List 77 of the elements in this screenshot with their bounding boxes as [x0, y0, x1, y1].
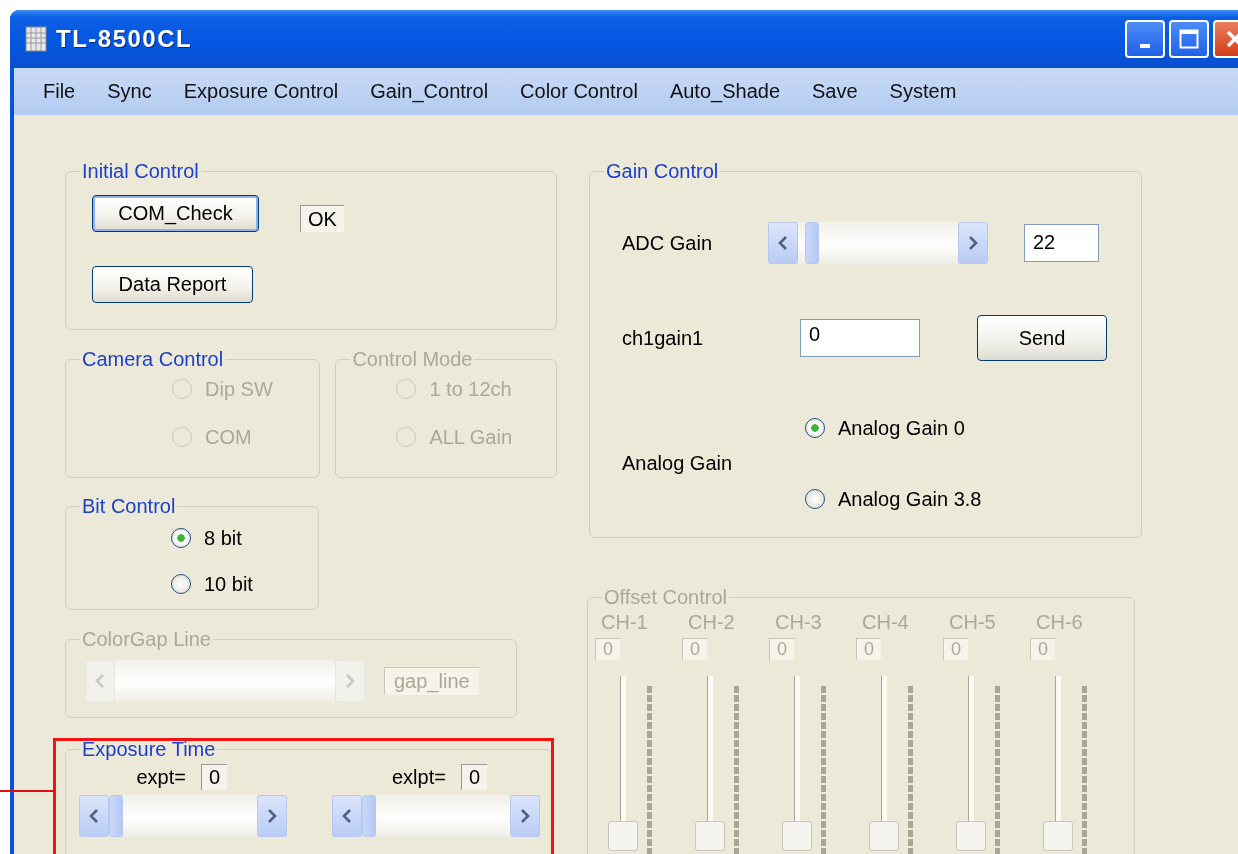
channel-label: CH-1 [601, 611, 648, 634]
chevron-right-icon [267, 809, 277, 823]
group-title: Exposure Time [81, 738, 217, 760]
radio-button[interactable] [805, 489, 825, 509]
channel-label: CH-6 [1036, 611, 1083, 634]
value-field: 0 [200, 764, 227, 790]
radio-button[interactable] [171, 528, 191, 548]
group-title: Offset Control [603, 586, 729, 608]
menu-item[interactable]: Sync [91, 80, 168, 103]
ch1gain1-label: ch1gain1 [622, 326, 705, 350]
leader-line [0, 790, 54, 792]
minimize-button[interactable] [1125, 20, 1165, 58]
value-field: 0 [943, 638, 968, 660]
adc-gain-field[interactable]: 22 [1024, 224, 1099, 262]
menu-item[interactable]: Exposure Control [167, 80, 355, 103]
chevron-right-icon [968, 236, 978, 250]
radio-label: ALL Gain [429, 425, 513, 449]
minimize-icon [1140, 44, 1150, 48]
chevron-right-icon [345, 674, 355, 688]
slider-thumb[interactable] [109, 795, 123, 837]
menu-item[interactable]: Auto_Shade [653, 80, 796, 103]
scroll-right-button[interactable] [257, 795, 287, 837]
group-title: ColorGap Line [81, 628, 212, 650]
group-title: Control Mode [351, 348, 474, 370]
radio-label: Analog Gain 3.8 [838, 487, 982, 511]
channel-label: CH-4 [862, 611, 909, 634]
group-title: Initial Control [81, 160, 200, 182]
radio-label: Dip SW [205, 377, 273, 401]
channel-label: CH-5 [949, 611, 996, 634]
radio-label: Analog Gain 0 [838, 416, 965, 440]
ch1gain1-field[interactable]: 0 [800, 319, 920, 357]
status-field: OK [300, 205, 344, 232]
slider-label: expt= [136, 765, 186, 789]
value-field: 0 [595, 638, 620, 660]
menu-item[interactable]: File [27, 80, 92, 103]
slider-thumb[interactable] [362, 795, 376, 837]
value-field: 0 [682, 638, 707, 660]
slider-label: exlpt= [391, 765, 446, 789]
maximize-button[interactable] [1169, 20, 1209, 58]
value-field: 0 [856, 638, 881, 660]
radio-label: 8 bit [204, 526, 242, 550]
scroll-left-button[interactable] [332, 795, 362, 837]
chevron-left-icon [89, 809, 99, 823]
chevron-right-icon [520, 809, 530, 823]
send-button[interactable]: Send [977, 315, 1107, 361]
menu-item[interactable]: Save [796, 80, 874, 103]
value-field: 0 [1030, 638, 1055, 660]
value-field: 0 [769, 638, 794, 660]
chevron-left-icon [95, 674, 105, 688]
scroll-right-button[interactable] [510, 795, 540, 837]
chevron-left-icon [342, 809, 352, 823]
channel-label: CH-3 [775, 611, 822, 634]
radio-label: 10 bit [204, 572, 253, 596]
radio-button[interactable] [805, 418, 825, 438]
adc-gain-label: ADC Gain [622, 231, 714, 255]
radio-label: 1 to 12ch [429, 377, 512, 401]
chevron-left-icon [778, 236, 788, 250]
channel-label: CH-2 [688, 611, 735, 634]
radio-button[interactable] [171, 574, 191, 594]
group-title: Gain Control [605, 160, 720, 182]
menu-item[interactable]: System [873, 80, 973, 103]
maximize-icon [1179, 29, 1199, 49]
slider-thumb[interactable] [805, 222, 820, 264]
com-check-button[interactable]: COM_Check [92, 195, 259, 232]
scroll-left-button[interactable] [79, 795, 109, 837]
group-title: Bit Control [81, 495, 177, 517]
analog-gain-label: Analog Gain [622, 452, 734, 475]
menu-item[interactable]: Gain_Control [354, 80, 505, 103]
menu-item[interactable]: Color Control [504, 80, 654, 103]
window-title: TL-8500CL [56, 25, 193, 53]
group-title: Camera Control [81, 348, 225, 370]
value-field: 0 [460, 764, 487, 790]
grid-icon [25, 26, 47, 52]
data-report-button[interactable]: Data Report [92, 266, 253, 303]
radio-label: COM [205, 425, 252, 449]
scroll-right-button[interactable] [958, 222, 988, 264]
scroll-left-button[interactable] [768, 222, 798, 264]
